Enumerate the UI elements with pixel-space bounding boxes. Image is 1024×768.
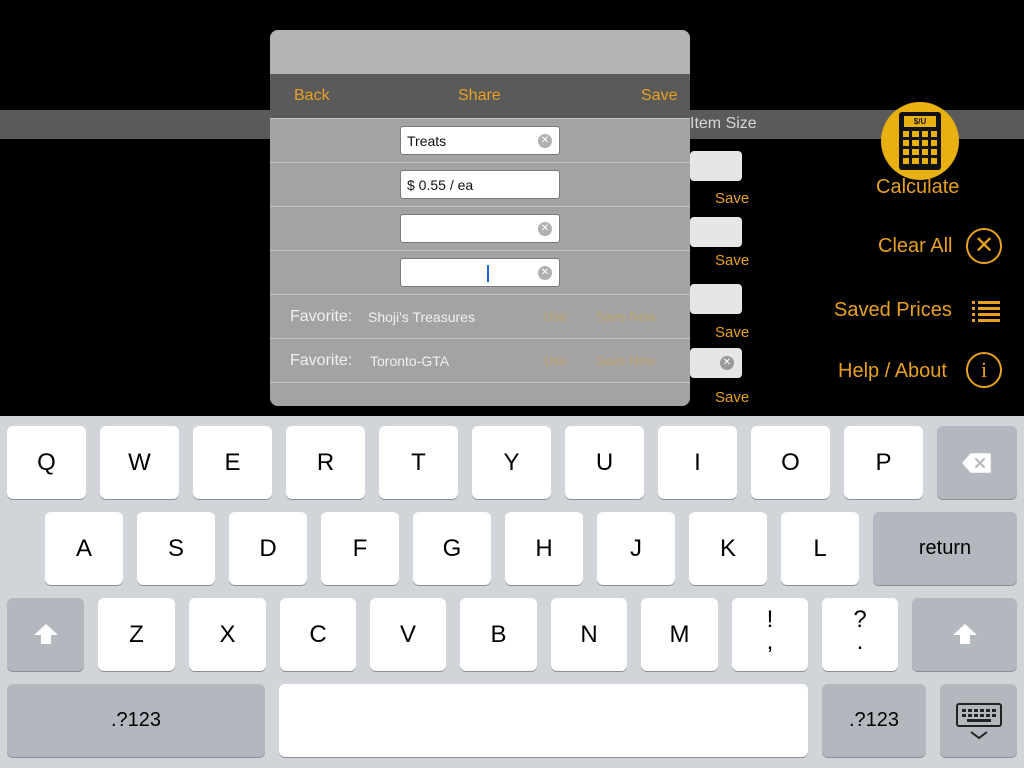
name-input[interactable]: Treats ✕ [400,126,560,155]
key-v[interactable]: V [370,598,446,671]
clear-all-button[interactable]: Clear All [878,235,952,258]
price-input[interactable]: $ 0.55 / ea [400,170,560,199]
key-period-label: . [856,628,864,655]
key-y[interactable]: Y [472,426,551,499]
popover-nav-bar: Back Share Save [270,74,690,118]
key-k[interactable]: K [689,512,767,585]
save-button[interactable]: Save [641,87,677,105]
bg-input-3[interactable] [690,284,742,314]
field3-row: ✕ [270,206,690,250]
clear-icon[interactable]: ✕ [538,134,552,148]
bg-save-4[interactable]: Save [715,389,749,406]
price-row: $ 0.55 / ea [270,162,690,206]
key-q[interactable]: Q [7,426,86,499]
key-r[interactable]: R [286,426,365,499]
key-m[interactable]: M [641,598,718,671]
bg-input-1[interactable] [690,151,742,181]
space-key[interactable] [279,684,808,757]
favorite-save-new-button[interactable]: Save New [596,309,655,324]
backspace-icon [962,453,991,473]
clear-icon[interactable]: ✕ [538,222,552,236]
name-row: Treats ✕ [270,118,690,162]
key-a[interactable]: A [45,512,123,585]
help-about-button[interactable]: Help / About [838,360,947,383]
calculator-screen-text: $/U [904,116,936,127]
key-b[interactable]: B [460,598,537,671]
calculate-button[interactable]: Calculate [876,176,959,199]
keyboard-dismiss-icon [955,703,1002,740]
price-input-value: $ 0.55 / ea [407,177,474,193]
key-o[interactable]: O [751,426,830,499]
text-caret [487,265,489,282]
saved-prices-button[interactable]: Saved Prices [834,299,952,322]
key-w[interactable]: W [100,426,179,499]
field4-input[interactable]: ✕ [400,258,560,287]
key-exclaim-comma[interactable]: ! , [732,598,808,671]
favorite-save-new-button[interactable]: Save New [596,353,655,368]
key-p[interactable]: P [844,426,923,499]
info-icon[interactable]: i [966,352,1002,388]
clear-icon[interactable]: ✕ [720,356,734,370]
bg-input-4[interactable]: ✕ [690,348,742,378]
dismiss-keyboard-key[interactable] [940,684,1017,757]
bg-save-1[interactable]: Save [715,190,749,207]
field3-input[interactable]: ✕ [400,214,560,243]
key-comma-label: , [766,628,774,655]
popover-title-area [270,30,690,74]
key-g[interactable]: G [413,512,491,585]
key-z[interactable]: Z [98,598,175,671]
backspace-key[interactable] [937,426,1017,499]
key-question-period[interactable]: ? . [822,598,898,671]
key-s[interactable]: S [137,512,215,585]
key-d[interactable]: D [229,512,307,585]
shift-icon [952,624,977,644]
favorite-label: Favorite: [290,352,353,369]
key-c[interactable]: C [280,598,356,671]
clear-all-icon[interactable]: ✕ [966,228,1002,264]
list-icon[interactable] [972,300,1000,322]
shift-key-right[interactable] [912,598,1017,671]
key-n[interactable]: N [551,598,627,671]
back-button[interactable]: Back [294,87,330,105]
on-screen-keyboard: Q W E R T Y U I O P A S D F G H J K L re… [0,416,1024,768]
bg-save-2[interactable]: Save [715,252,749,269]
favorite-row-1: Favorite: Shoji's Treasures Use Save New [270,294,690,338]
shift-key-left[interactable] [7,598,84,671]
key-x[interactable]: X [189,598,266,671]
key-e[interactable]: E [193,426,272,499]
favorite-use-button[interactable]: Use [544,353,567,368]
favorite-value: Toronto-GTA [370,353,450,369]
edit-popover: Back Share Save Treats ✕ $ 0.55 / ea ✕ ✕… [270,30,690,406]
numbers-key-left[interactable]: .?123 [7,684,265,757]
popover-footer [270,382,690,406]
clear-icon[interactable]: ✕ [538,266,552,280]
calculator-icon[interactable]: $/U [881,102,959,180]
key-h[interactable]: H [505,512,583,585]
key-l[interactable]: L [781,512,859,585]
favorite-row-2: Favorite: Toronto-GTA Use Save New [270,338,690,382]
favorite-value: Shoji's Treasures [368,309,475,325]
bg-save-3[interactable]: Save [715,324,749,341]
share-button[interactable]: Share [458,87,501,105]
favorite-label: Favorite: [290,308,353,325]
return-key[interactable]: return [873,512,1017,585]
numbers-key-right[interactable]: .?123 [822,684,926,757]
key-f[interactable]: F [321,512,399,585]
key-t[interactable]: T [379,426,458,499]
key-j[interactable]: J [597,512,675,585]
item-size-label: Item Size [690,115,757,132]
bg-input-2[interactable] [690,217,742,247]
name-input-value: Treats [407,133,447,149]
key-i[interactable]: I [658,426,737,499]
field4-row: ✕ [270,250,690,294]
shift-icon [33,624,58,644]
key-u[interactable]: U [565,426,644,499]
favorite-use-button[interactable]: Use [544,309,567,324]
